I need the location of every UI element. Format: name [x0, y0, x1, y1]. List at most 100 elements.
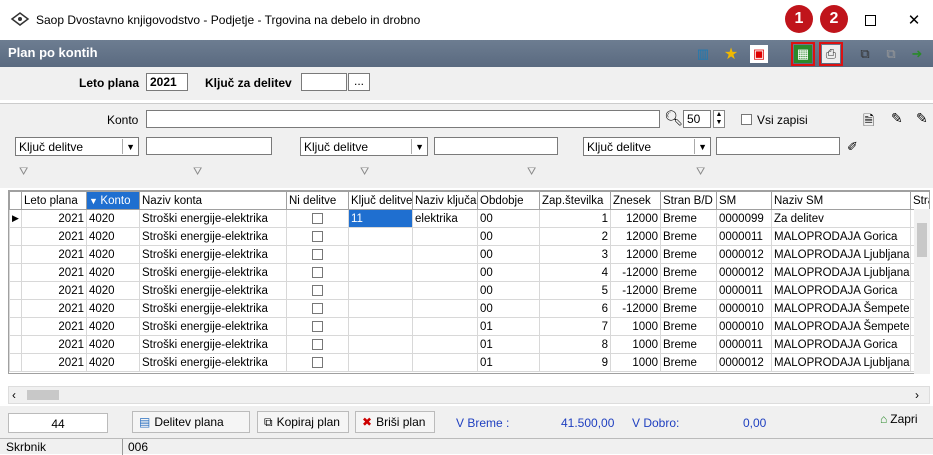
ni-delitve-checkbox[interactable]	[312, 356, 323, 368]
cell-kljuc-delitve[interactable]	[348, 353, 413, 372]
cell-stran[interactable]: Breme	[660, 281, 717, 300]
table-row[interactable]: 2021 4020 Stroški energije-elektrika 00 3 120…	[9, 245, 929, 264]
record-count-input[interactable]: 50	[683, 110, 711, 128]
cell-naziv-sm[interactable]: Za delitev	[771, 209, 911, 228]
cell-znesek[interactable]: 12000	[610, 245, 661, 264]
horizontal-scrollbar[interactable]: ‹ ›	[8, 386, 930, 404]
cell-naziv-sm[interactable]: MALOPRODAJA Šempeter	[771, 317, 911, 336]
new-record-icon[interactable]: 🗎	[863, 110, 874, 134]
cell-naziv-konta[interactable]: Stroški energije-elektrika	[139, 335, 287, 354]
cell-leto[interactable]: 2021	[21, 209, 87, 228]
cell-naziv-kljuca[interactable]	[412, 353, 478, 372]
cell-znesek[interactable]: 1000	[610, 353, 661, 372]
konto-search-input[interactable]	[146, 110, 660, 128]
cell-konto[interactable]: 4020	[86, 263, 140, 282]
cell-leto[interactable]: 2021	[21, 299, 87, 318]
row-indicator[interactable]	[9, 299, 22, 318]
cell-sm[interactable]: 0000012	[716, 353, 772, 372]
cell-ni-delitve[interactable]	[286, 281, 349, 300]
cell-naziv-kljuca[interactable]	[412, 299, 478, 318]
filter-combo-1[interactable]: Ključ delitve ▼	[15, 137, 139, 156]
horizontal-scroll-thumb[interactable]	[27, 390, 59, 400]
cell-konto[interactable]: 4020	[86, 209, 140, 228]
row-indicator[interactable]	[9, 335, 22, 354]
vertical-scrollbar[interactable]	[914, 209, 930, 374]
cell-leto[interactable]: 2021	[21, 353, 87, 372]
cell-kljuc-delitve[interactable]	[348, 281, 413, 300]
row-indicator[interactable]	[9, 281, 22, 300]
col-header-kljuc-delitve[interactable]: Ključ delitve	[348, 191, 413, 210]
cell-kljuc-delitve[interactable]	[348, 299, 413, 318]
cell-zap-stevilka[interactable]: 8	[539, 335, 611, 354]
table-row[interactable]: 2021 4020 Stroški energije-elektrika 01 7 100…	[9, 317, 929, 336]
kopiraj-plan-button[interactable]: ⧉ Kopiraj plan	[257, 411, 349, 433]
cell-konto[interactable]: 4020	[86, 299, 140, 318]
cell-stran[interactable]: Breme	[660, 245, 717, 264]
col-header-ni-delitve[interactable]: Ni delitve	[286, 191, 349, 210]
cell-naziv-konta[interactable]: Stroški energije-elektrika	[139, 299, 287, 318]
cell-sm[interactable]: 0000012	[716, 245, 772, 264]
cell-naziv-konta[interactable]: Stroški energije-elektrika	[139, 263, 287, 282]
cell-naziv-sm[interactable]: MALOPRODAJA Gorica	[771, 281, 911, 300]
table-row[interactable]: 2021 4020 Stroški energije-elektrika 01 8 100…	[9, 335, 929, 354]
cell-sm[interactable]: 0000010	[716, 299, 772, 318]
cell-leto[interactable]: 2021	[21, 227, 87, 246]
table-row[interactable]: 2021 4020 Stroški energije-elektrika 00 4 -12…	[9, 263, 929, 282]
cell-konto[interactable]: 4020	[86, 317, 140, 336]
vertical-scroll-thumb[interactable]	[917, 223, 927, 257]
cell-obdobje[interactable]: 00	[477, 227, 540, 246]
filter-combo-3[interactable]: Ključ delitve ▼	[583, 137, 711, 156]
ni-delitve-checkbox[interactable]	[312, 230, 323, 242]
cell-znesek[interactable]: -12000	[610, 281, 661, 300]
ni-delitve-checkbox[interactable]	[312, 212, 323, 224]
table-row[interactable]: 2021 4020 Stroški energije-elektrika 01 9 100…	[9, 353, 929, 372]
ni-delitve-checkbox[interactable]	[312, 266, 323, 278]
leto-plana-input[interactable]: 2021	[146, 73, 188, 91]
filter-value-2[interactable]	[434, 137, 558, 155]
cell-ni-delitve[interactable]	[286, 209, 349, 228]
cell-ni-delitve[interactable]	[286, 227, 349, 246]
cell-sm[interactable]: 0000010	[716, 317, 772, 336]
cell-kljuc-delitve[interactable]	[348, 263, 413, 282]
zapri-button[interactable]: ⌂ Zapri	[880, 412, 918, 426]
count-spinner[interactable]: ▲ ▼	[713, 110, 725, 128]
columns-icon[interactable]: ▥	[694, 45, 712, 63]
ni-delitve-checkbox[interactable]	[312, 284, 323, 296]
cell-obdobje[interactable]: 00	[477, 245, 540, 264]
col-header-naziv-kljuca[interactable]: Naziv ključa	[412, 191, 478, 210]
filter-combo-2[interactable]: Ključ delitve ▼	[300, 137, 428, 156]
filter-value-1[interactable]	[146, 137, 272, 155]
cell-zap-stevilka[interactable]: 9	[539, 353, 611, 372]
col-header-sm[interactable]: SM	[716, 191, 772, 210]
cell-naziv-sm[interactable]: MALOPRODAJA Ljubljana	[771, 353, 911, 372]
filter-funnel-icon[interactable]: ⛛	[527, 166, 541, 180]
cell-naziv-sm[interactable]: MALOPRODAJA Ljubljana	[771, 263, 911, 282]
cell-naziv-konta[interactable]: Stroški energije-elektrika	[139, 317, 287, 336]
maximize-button[interactable]	[848, 6, 892, 34]
cell-konto[interactable]: 4020	[86, 245, 140, 264]
table-row[interactable]: 2021 4020 Stroški energije-elektrika 00 2 120…	[9, 227, 929, 246]
filter-value-3[interactable]	[716, 137, 840, 155]
col-header-stra[interactable]: Stra	[910, 191, 929, 210]
cell-obdobje[interactable]: 00	[477, 209, 540, 228]
print-icon[interactable]: ⎙	[819, 42, 843, 66]
cell-znesek[interactable]: 12000	[610, 227, 661, 246]
cell-sm[interactable]: 0000012	[716, 263, 772, 282]
cell-kljuc-delitve[interactable]	[348, 317, 413, 336]
cell-ni-delitve[interactable]	[286, 245, 349, 264]
col-header-leto-plana[interactable]: Leto plana	[21, 191, 87, 210]
table-row[interactable]: 2021 4020 Stroški energije-elektrika 00 5 -12…	[9, 281, 929, 300]
cell-znesek[interactable]: 1000	[610, 317, 661, 336]
cell-naziv-sm[interactable]: MALOPRODAJA Šempeter	[771, 299, 911, 318]
row-indicator[interactable]: ▶	[9, 209, 22, 228]
row-indicator[interactable]	[9, 353, 22, 372]
cell-konto[interactable]: 4020	[86, 335, 140, 354]
cell-stran[interactable]: Breme	[660, 317, 717, 336]
search-icon[interactable]: 🔍︎	[664, 109, 683, 127]
table-row[interactable]: ▶ 2021 4020 Stroški energije-elektrika 11 ele…	[9, 209, 929, 228]
cell-leto[interactable]: 2021	[21, 281, 87, 300]
cell-stran[interactable]: Breme	[660, 209, 717, 228]
cell-naziv-konta[interactable]: Stroški energije-elektrika	[139, 227, 287, 246]
cell-ni-delitve[interactable]	[286, 263, 349, 282]
browse-button[interactable]: ...	[348, 73, 370, 91]
